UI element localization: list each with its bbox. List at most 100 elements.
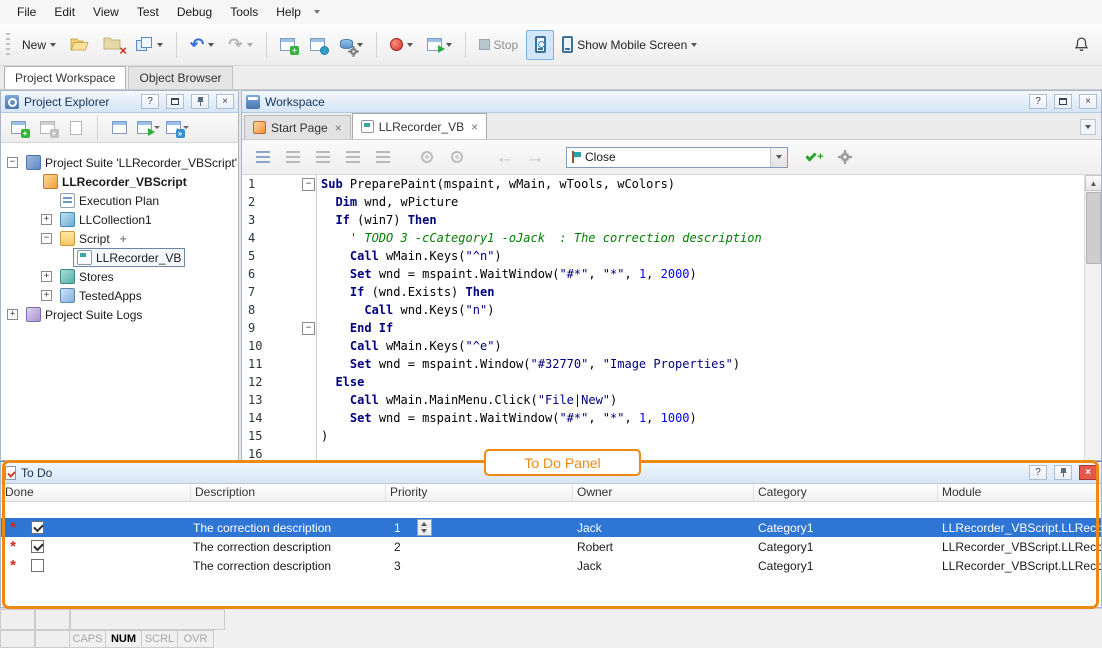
- todo-column-header-module[interactable]: Module: [938, 484, 1101, 501]
- code-line[interactable]: 6 Set wnd = mspaint.WaitWindow("#*", "*"…: [242, 265, 1084, 283]
- code-editor[interactable]: 1Sub PreparePaint(mspaint, wMain, wTools…: [242, 175, 1101, 460]
- tree-expander-icon[interactable]: +: [41, 290, 52, 301]
- tree-expander-icon[interactable]: −: [7, 157, 18, 168]
- code-line[interactable]: 8 Call wnd.Keys("n"): [242, 301, 1084, 319]
- run-button[interactable]: [421, 30, 458, 60]
- scroll-up-icon[interactable]: ▲: [1085, 175, 1101, 191]
- todo-cell-category[interactable]: Category1: [754, 540, 938, 554]
- todo-column-header-done[interactable]: Done: [1, 484, 191, 501]
- doc-tab-start-page[interactable]: Start Page×: [244, 115, 351, 139]
- todo-cell-category[interactable]: Category1: [754, 559, 938, 573]
- todo-column-header-category[interactable]: Category: [754, 484, 938, 501]
- code-line[interactable]: 4 ' TODO 3 -cCategory1 -oJack : The corr…: [242, 229, 1084, 247]
- done-checkbox[interactable]: [31, 521, 44, 534]
- close-tab-icon[interactable]: ×: [471, 121, 478, 133]
- tree-item-stores[interactable]: +Stores: [1, 267, 238, 286]
- close-panel-button[interactable]: ×: [1079, 465, 1097, 480]
- todo-column-header-description[interactable]: Description: [191, 484, 386, 501]
- project-options-button[interactable]: [334, 30, 369, 60]
- done-checkbox[interactable]: [31, 559, 44, 572]
- todo-cell-module[interactable]: LLRecorder_VBScript.LLRecorde: [938, 559, 1101, 573]
- tree-item-testedapps[interactable]: +TestedApps: [1, 286, 238, 305]
- add-todo-item-button[interactable]: +: [802, 144, 828, 170]
- navigate-forward-button[interactable]: →: [522, 144, 548, 170]
- code-line[interactable]: 10 Call wMain.Keys("^e"): [242, 337, 1084, 355]
- documents-button[interactable]: [130, 30, 169, 60]
- routine-selector[interactable]: Close: [566, 147, 788, 168]
- todo-row[interactable]: *The correction description3JackCategory…: [1, 556, 1101, 575]
- todo-column-header-owner[interactable]: Owner: [573, 484, 754, 501]
- tree-item-project-suite-llrecorder-vbscript[interactable]: −Project Suite 'LLRecorder_VBScript': [1, 153, 238, 172]
- menu-item-view[interactable]: View: [84, 1, 128, 23]
- tree-item-script[interactable]: −Script+: [1, 229, 238, 248]
- record-button[interactable]: [384, 30, 419, 60]
- todo-cell-category[interactable]: Category1: [754, 521, 938, 535]
- add-existing-item-button[interactable]: [304, 30, 332, 60]
- todo-cell-description[interactable]: The correction description: [191, 540, 386, 554]
- code-line[interactable]: 3 If (win7) Then: [242, 211, 1084, 229]
- close-panel-button[interactable]: ×: [216, 94, 234, 109]
- todo-cell-owner[interactable]: Jack: [573, 521, 754, 535]
- tree-expander-icon[interactable]: +: [41, 214, 52, 225]
- pe-edit-code-button[interactable]: [106, 115, 132, 141]
- code-line[interactable]: 7 If (wnd.Exists) Then: [242, 283, 1084, 301]
- todo-cell-done[interactable]: *: [1, 521, 191, 534]
- add-new-item-button[interactable]: +: [274, 30, 302, 60]
- document-list-button[interactable]: [1080, 119, 1096, 135]
- code-line[interactable]: 2 Dim wnd, wPicture: [242, 193, 1084, 211]
- code-line[interactable]: 12 Else: [242, 373, 1084, 391]
- todo-cell-done[interactable]: *: [1, 559, 191, 572]
- restore-button[interactable]: [1054, 94, 1072, 109]
- code-line[interactable]: 14 Set wnd = mspaint.WaitWindow("#*", "*…: [242, 409, 1084, 427]
- workspace-tab-project-workspace[interactable]: Project Workspace: [4, 66, 126, 89]
- mobile-screen-toggle-button[interactable]: [526, 30, 554, 60]
- spin-down-icon[interactable]: [418, 528, 431, 536]
- tree-item-add-icon[interactable]: +: [120, 232, 127, 246]
- tree-item-project-suite-logs[interactable]: +Project Suite Logs: [1, 305, 238, 324]
- align-center-button[interactable]: [310, 144, 336, 170]
- help-button[interactable]: ?: [1029, 94, 1047, 109]
- todo-cell-module[interactable]: LLRecorder_VBScript.LLRecorde: [938, 540, 1101, 554]
- redo-button[interactable]: ↷: [222, 30, 258, 60]
- priority-spinner[interactable]: [417, 519, 432, 536]
- menu-item-tools[interactable]: Tools: [221, 1, 267, 23]
- align-right-button[interactable]: [340, 144, 366, 170]
- todo-column-header-priority[interactable]: Priority: [386, 484, 573, 501]
- restore-button[interactable]: [166, 94, 184, 109]
- toggle-breakpoint-button[interactable]: [414, 144, 440, 170]
- code-line[interactable]: 15): [242, 427, 1084, 445]
- tree-item-execution-plan[interactable]: Execution Plan: [1, 191, 238, 210]
- help-button[interactable]: ?: [141, 94, 159, 109]
- fold-marker-icon[interactable]: [300, 319, 317, 337]
- editor-options-button[interactable]: [832, 144, 858, 170]
- menu-overflow-caret-icon[interactable]: [314, 10, 320, 14]
- tree-item-llrecorder-vb[interactable]: LLRecorder_VB: [1, 248, 238, 267]
- code-line[interactable]: 13 Call wMain.MainMenu.Click("File|New"): [242, 391, 1084, 409]
- tree-expander-icon[interactable]: −: [41, 233, 52, 244]
- spin-up-icon[interactable]: [418, 520, 431, 528]
- align-left-button[interactable]: [280, 144, 306, 170]
- menu-item-edit[interactable]: Edit: [45, 1, 84, 23]
- todo-cell-owner[interactable]: Jack: [573, 559, 754, 573]
- tree-expander-icon[interactable]: +: [7, 309, 18, 320]
- todo-cell-priority[interactable]: 2: [386, 540, 573, 554]
- pe-add-new-item-button[interactable]: +: [5, 115, 31, 141]
- code-line[interactable]: 16: [242, 445, 1084, 460]
- watch-button[interactable]: [444, 144, 470, 170]
- menu-item-debug[interactable]: Debug: [168, 1, 221, 23]
- show-mobile-screen-button[interactable]: Show Mobile Screen: [556, 30, 703, 60]
- todo-cell-description[interactable]: The correction description: [191, 559, 386, 573]
- scrollbar-thumb[interactable]: [1086, 192, 1101, 264]
- pe-run-project-button[interactable]: [135, 115, 161, 141]
- menu-item-test[interactable]: Test: [128, 1, 168, 23]
- editor-vertical-scrollbar[interactable]: ▲: [1084, 175, 1101, 460]
- close-project-button[interactable]: ×: [97, 30, 128, 60]
- pe-run-suite-button[interactable]: »: [164, 115, 190, 141]
- undo-button[interactable]: ↶: [184, 30, 220, 60]
- todo-row[interactable]: *The correction description2RobertCatego…: [1, 537, 1101, 556]
- pin-button[interactable]: [191, 94, 209, 109]
- tree-expander-icon[interactable]: +: [41, 271, 52, 282]
- workspace-tab-object-browser[interactable]: Object Browser: [128, 66, 232, 89]
- stop-button[interactable]: Stop: [473, 30, 525, 60]
- notifications-button[interactable]: [1067, 30, 1096, 60]
